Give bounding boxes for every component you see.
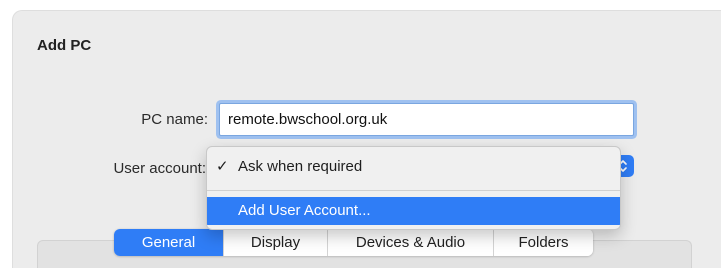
tab-devices-audio[interactable]: Devices & Audio: [327, 229, 493, 256]
tab-folders[interactable]: Folders: [493, 229, 593, 256]
checkmark-icon: ✓: [216, 158, 229, 175]
menu-item-add-user-account[interactable]: Add User Account...: [207, 197, 620, 225]
pc-name-label: PC name:: [141, 111, 208, 128]
user-account-label: User account:: [113, 160, 206, 177]
menu-item-label: Ask when required: [238, 158, 363, 175]
menu-separator: [207, 190, 620, 191]
tab-general[interactable]: General: [114, 229, 223, 256]
menu-item-ask-when-required[interactable]: ✓ Ask when required: [207, 153, 620, 181]
pc-name-input[interactable]: [219, 103, 634, 136]
tab-bar: General Display Devices & Audio Folders: [114, 229, 593, 256]
user-account-menu: ✓ Ask when required Add User Account...: [206, 146, 621, 230]
menu-item-label: Add User Account...: [238, 202, 371, 219]
dialog-title: Add PC: [37, 37, 92, 54]
tab-display[interactable]: Display: [223, 229, 327, 256]
